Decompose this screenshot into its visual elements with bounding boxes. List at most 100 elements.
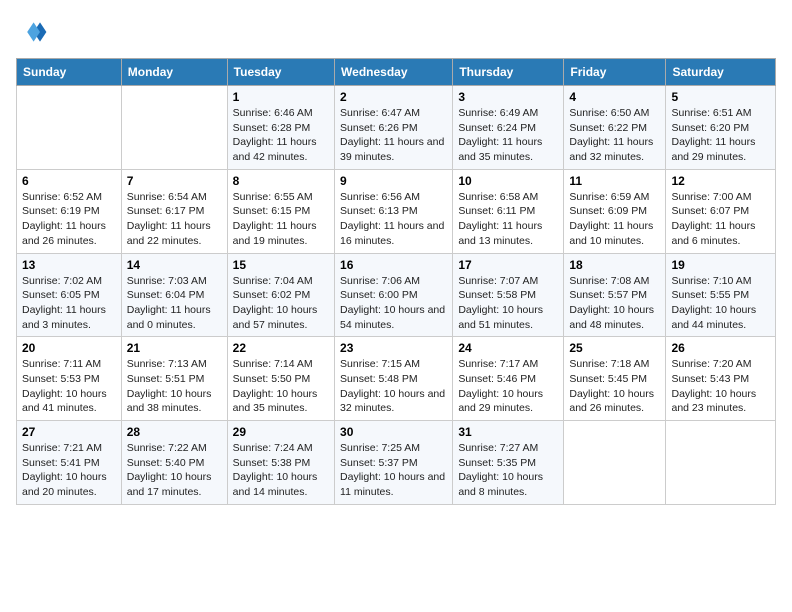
daylight-text: Daylight: 10 hours and 20 minutes. [22,471,107,498]
sunrise-text: Sunrise: 7:14 AM [233,358,313,370]
daylight-text: Daylight: 10 hours and 23 minutes. [671,388,756,415]
sunrise-text: Sunrise: 6:52 AM [22,191,102,203]
calendar-week-row: 20 Sunrise: 7:11 AM Sunset: 5:53 PM Dayl… [17,337,776,421]
day-number: 7 [127,174,222,188]
sunset-text: Sunset: 6:11 PM [458,205,535,217]
sunrise-text: Sunrise: 6:46 AM [233,107,313,119]
sunset-text: Sunset: 6:20 PM [671,122,749,134]
daylight-text: Daylight: 11 hours and 42 minutes. [233,136,317,163]
calendar-cell: 9 Sunrise: 6:56 AM Sunset: 6:13 PM Dayli… [335,169,453,253]
day-info: Sunrise: 6:50 AM Sunset: 6:22 PM Dayligh… [569,106,660,165]
logo-icon [16,16,48,48]
daylight-text: Daylight: 10 hours and 44 minutes. [671,304,756,331]
day-number: 3 [458,90,558,104]
daylight-text: Daylight: 11 hours and 0 minutes. [127,304,211,331]
calendar-cell: 16 Sunrise: 7:06 AM Sunset: 6:00 PM Dayl… [335,253,453,337]
calendar-cell: 13 Sunrise: 7:02 AM Sunset: 6:05 PM Dayl… [17,253,122,337]
sunrise-text: Sunrise: 7:00 AM [671,191,751,203]
sunrise-text: Sunrise: 7:15 AM [340,358,420,370]
calendar-cell: 27 Sunrise: 7:21 AM Sunset: 5:41 PM Dayl… [17,421,122,505]
day-number: 6 [22,174,116,188]
calendar-cell: 15 Sunrise: 7:04 AM Sunset: 6:02 PM Dayl… [227,253,334,337]
sunset-text: Sunset: 6:07 PM [671,205,749,217]
sunrise-text: Sunrise: 7:02 AM [22,275,102,287]
calendar-cell: 12 Sunrise: 7:00 AM Sunset: 6:07 PM Dayl… [666,169,776,253]
day-header: Saturday [666,59,776,86]
calendar-cell: 8 Sunrise: 6:55 AM Sunset: 6:15 PM Dayli… [227,169,334,253]
sunrise-text: Sunrise: 7:25 AM [340,442,420,454]
calendar-cell: 10 Sunrise: 6:58 AM Sunset: 6:11 PM Dayl… [453,169,564,253]
sunset-text: Sunset: 6:28 PM [233,122,311,134]
daylight-text: Daylight: 10 hours and 26 minutes. [569,388,654,415]
sunset-text: Sunset: 5:35 PM [458,457,536,469]
calendar-header-row: SundayMondayTuesdayWednesdayThursdayFrid… [17,59,776,86]
sunrise-text: Sunrise: 7:24 AM [233,442,313,454]
sunset-text: Sunset: 5:45 PM [569,373,647,385]
sunset-text: Sunset: 6:19 PM [22,205,100,217]
calendar-cell: 2 Sunrise: 6:47 AM Sunset: 6:26 PM Dayli… [335,86,453,170]
day-info: Sunrise: 7:18 AM Sunset: 5:45 PM Dayligh… [569,357,660,416]
calendar-cell: 14 Sunrise: 7:03 AM Sunset: 6:04 PM Dayl… [121,253,227,337]
daylight-text: Daylight: 11 hours and 16 minutes. [340,220,444,247]
sunrise-text: Sunrise: 6:50 AM [569,107,649,119]
sunrise-text: Sunrise: 7:13 AM [127,358,207,370]
calendar-cell: 5 Sunrise: 6:51 AM Sunset: 6:20 PM Dayli… [666,86,776,170]
daylight-text: Daylight: 10 hours and 11 minutes. [340,471,445,498]
daylight-text: Daylight: 11 hours and 35 minutes. [458,136,542,163]
sunrise-text: Sunrise: 6:47 AM [340,107,420,119]
sunset-text: Sunset: 6:02 PM [233,289,311,301]
calendar-cell: 4 Sunrise: 6:50 AM Sunset: 6:22 PM Dayli… [564,86,666,170]
day-info: Sunrise: 7:04 AM Sunset: 6:02 PM Dayligh… [233,274,329,333]
day-info: Sunrise: 7:20 AM Sunset: 5:43 PM Dayligh… [671,357,770,416]
calendar-cell [121,86,227,170]
day-info: Sunrise: 6:49 AM Sunset: 6:24 PM Dayligh… [458,106,558,165]
sunrise-text: Sunrise: 7:21 AM [22,442,102,454]
daylight-text: Daylight: 11 hours and 26 minutes. [22,220,106,247]
sunrise-text: Sunrise: 7:20 AM [671,358,751,370]
daylight-text: Daylight: 10 hours and 41 minutes. [22,388,107,415]
calendar-table: SundayMondayTuesdayWednesdayThursdayFrid… [16,58,776,505]
calendar-cell: 22 Sunrise: 7:14 AM Sunset: 5:50 PM Dayl… [227,337,334,421]
day-number: 15 [233,258,329,272]
day-info: Sunrise: 7:14 AM Sunset: 5:50 PM Dayligh… [233,357,329,416]
calendar-week-row: 27 Sunrise: 7:21 AM Sunset: 5:41 PM Dayl… [17,421,776,505]
day-header: Thursday [453,59,564,86]
sunset-text: Sunset: 5:37 PM [340,457,418,469]
daylight-text: Daylight: 10 hours and 51 minutes. [458,304,543,331]
page-header [16,16,776,48]
sunset-text: Sunset: 6:13 PM [340,205,418,217]
calendar-cell: 17 Sunrise: 7:07 AM Sunset: 5:58 PM Dayl… [453,253,564,337]
day-info: Sunrise: 7:08 AM Sunset: 5:57 PM Dayligh… [569,274,660,333]
day-number: 19 [671,258,770,272]
day-number: 21 [127,341,222,355]
sunset-text: Sunset: 5:50 PM [233,373,311,385]
calendar-cell: 28 Sunrise: 7:22 AM Sunset: 5:40 PM Dayl… [121,421,227,505]
daylight-text: Daylight: 10 hours and 8 minutes. [458,471,543,498]
day-info: Sunrise: 7:03 AM Sunset: 6:04 PM Dayligh… [127,274,222,333]
day-number: 14 [127,258,222,272]
calendar-cell [564,421,666,505]
day-number: 13 [22,258,116,272]
day-info: Sunrise: 6:47 AM Sunset: 6:26 PM Dayligh… [340,106,447,165]
daylight-text: Daylight: 11 hours and 19 minutes. [233,220,317,247]
calendar-cell: 19 Sunrise: 7:10 AM Sunset: 5:55 PM Dayl… [666,253,776,337]
calendar-cell: 29 Sunrise: 7:24 AM Sunset: 5:38 PM Dayl… [227,421,334,505]
sunrise-text: Sunrise: 7:10 AM [671,275,751,287]
day-number: 20 [22,341,116,355]
day-info: Sunrise: 7:10 AM Sunset: 5:55 PM Dayligh… [671,274,770,333]
day-number: 24 [458,341,558,355]
calendar-week-row: 13 Sunrise: 7:02 AM Sunset: 6:05 PM Dayl… [17,253,776,337]
calendar-cell: 6 Sunrise: 6:52 AM Sunset: 6:19 PM Dayli… [17,169,122,253]
sunrise-text: Sunrise: 6:54 AM [127,191,207,203]
daylight-text: Daylight: 10 hours and 54 minutes. [340,304,445,331]
daylight-text: Daylight: 11 hours and 29 minutes. [671,136,755,163]
calendar-cell [666,421,776,505]
sunset-text: Sunset: 5:58 PM [458,289,536,301]
calendar-cell: 1 Sunrise: 6:46 AM Sunset: 6:28 PM Dayli… [227,86,334,170]
sunrise-text: Sunrise: 7:07 AM [458,275,538,287]
sunrise-text: Sunrise: 6:56 AM [340,191,420,203]
day-info: Sunrise: 6:56 AM Sunset: 6:13 PM Dayligh… [340,190,447,249]
day-number: 2 [340,90,447,104]
daylight-text: Daylight: 11 hours and 13 minutes. [458,220,542,247]
day-number: 1 [233,90,329,104]
